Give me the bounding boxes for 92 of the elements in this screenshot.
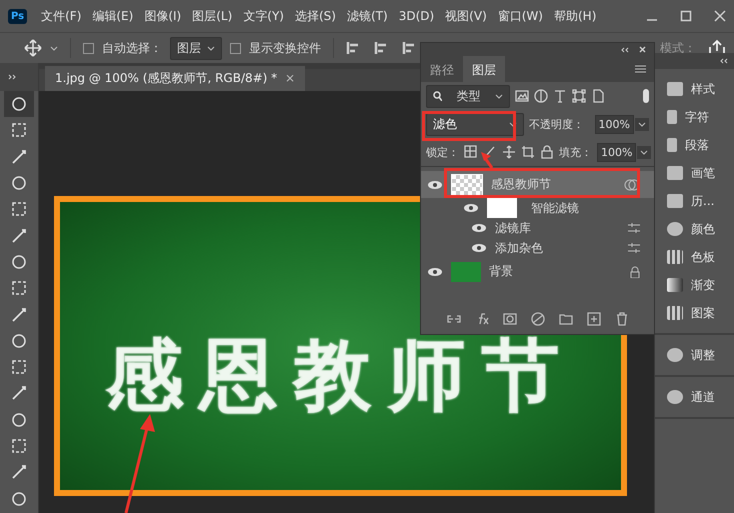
eye-icon[interactable]: [471, 223, 487, 233]
panel-tab[interactable]: 图层: [463, 56, 505, 82]
link-circles-icon: [624, 178, 640, 190]
checkbox[interactable]: [83, 42, 94, 54]
move-icon[interactable]: [24, 39, 42, 57]
layer-name: 感恩教师节: [491, 176, 551, 193]
mask-icon[interactable]: [502, 312, 516, 326]
maximize-icon[interactable]: [680, 10, 692, 22]
layer-row[interactable]: 添加杂色: [421, 238, 654, 258]
panel-button[interactable]: 字符: [655, 103, 734, 131]
align-icon[interactable]: [374, 41, 388, 55]
mode-label: 模式：: [660, 40, 696, 56]
menu-item[interactable]: 帮助(H): [554, 8, 596, 24]
transform-icon[interactable]: [572, 89, 586, 103]
layer-name: 智能滤镜: [531, 200, 579, 216]
collapse-icon[interactable]: [621, 46, 629, 52]
lock-icon[interactable]: [540, 145, 554, 159]
panel-button[interactable]: 色板: [655, 243, 734, 271]
annotation-arrow: [481, 152, 494, 169]
panel-button[interactable]: 历...: [655, 187, 734, 215]
layer-row[interactable]: 背景: [421, 258, 654, 285]
menu-item[interactable]: 滤镜(T): [346, 8, 388, 24]
menu-item[interactable]: 文字(Y): [243, 8, 284, 24]
opacity-field[interactable]: 100%: [594, 114, 634, 134]
menu-icon[interactable]: [635, 65, 646, 73]
close-icon[interactable]: [639, 46, 646, 53]
trash-icon[interactable]: [614, 312, 628, 326]
panel-button[interactable]: 渐变: [655, 271, 734, 299]
eye-icon[interactable]: [463, 203, 479, 213]
align-icon[interactable]: [346, 41, 360, 55]
collapse-icon[interactable]: [720, 58, 728, 64]
panel-button[interactable]: 颜色: [655, 215, 734, 243]
eye-icon[interactable]: [427, 180, 443, 190]
menu-item[interactable]: 3D(D): [398, 9, 434, 23]
panel-button[interactable]: 图案: [655, 299, 734, 327]
layer-name: 滤镜库: [495, 220, 531, 236]
artboard-icon[interactable]: [521, 145, 535, 159]
caret-icon: [207, 46, 215, 50]
menu-item[interactable]: 窗口(W): [498, 8, 543, 24]
caret-icon: [495, 94, 503, 98]
folder-icon[interactable]: [558, 312, 572, 326]
sliders-icon[interactable]: [628, 243, 640, 253]
panel-button[interactable]: 调整: [655, 341, 734, 369]
layer-thumbnail: [451, 174, 483, 196]
align-icon[interactable]: [402, 41, 416, 55]
transform-controls-label: 显示变换控件: [249, 40, 321, 56]
panel-button[interactable]: 通道: [655, 383, 734, 411]
move-icon[interactable]: [502, 145, 516, 159]
mask-thumbnail: [487, 198, 517, 218]
filter-toggle[interactable]: [643, 89, 649, 103]
layer-name: 添加杂色: [495, 240, 543, 256]
close-icon[interactable]: [714, 10, 726, 22]
lock-label: 锁定：: [426, 144, 459, 160]
menu-item[interactable]: 选择(S): [295, 8, 336, 24]
menu-item[interactable]: 视图(V): [445, 8, 487, 24]
sliders-icon[interactable]: [628, 223, 640, 233]
layer-row[interactable]: 智能滤镜: [421, 198, 654, 218]
checker-icon[interactable]: [464, 145, 478, 159]
layer-thumbnail: [451, 262, 481, 282]
caret-icon[interactable]: [638, 122, 646, 126]
filter-dropdown[interactable]: 类型: [426, 84, 510, 108]
image-icon[interactable]: [515, 89, 529, 103]
panel-button[interactable]: 画笔: [655, 159, 734, 187]
layer-name: 背景: [489, 263, 513, 280]
panel-button[interactable]: 段落: [655, 131, 734, 159]
expand-icon[interactable]: [8, 74, 16, 80]
search-icon: [433, 91, 442, 101]
caret-icon[interactable]: [50, 46, 58, 50]
new-layer-icon[interactable]: [586, 312, 600, 326]
auto-select-label: 自动选择：: [102, 40, 162, 56]
menu-item[interactable]: 编辑(E): [92, 8, 134, 24]
eye-icon[interactable]: [471, 243, 487, 253]
app-logo: Ps: [8, 8, 28, 24]
fill-label: 填充：: [559, 144, 592, 160]
document-icon[interactable]: [591, 89, 605, 103]
checkbox[interactable]: [230, 42, 241, 54]
target-dropdown[interactable]: 图层: [170, 36, 222, 60]
menu-item[interactable]: 文件(F): [41, 8, 82, 24]
menu-item[interactable]: 图层(L): [192, 8, 232, 24]
layer-row[interactable]: 滤镜库: [421, 218, 654, 238]
document-tab[interactable]: 1.jpg @ 100% (感恩教师节, RGB/8#) * ×: [45, 66, 306, 91]
menu-item[interactable]: 图像(I): [144, 8, 182, 24]
fill-field[interactable]: 100%: [597, 142, 636, 162]
panel-button[interactable]: 样式: [655, 75, 734, 103]
opacity-label: 不透明度：: [529, 116, 584, 132]
adjustment-icon[interactable]: [530, 312, 544, 326]
canvas-text: 感恩教师节: [106, 330, 576, 422]
caret-icon: [509, 122, 517, 126]
type-icon[interactable]: [553, 89, 567, 103]
caret-icon[interactable]: [640, 150, 648, 154]
panel-tab[interactable]: 路径: [421, 56, 463, 82]
eye-icon[interactable]: [427, 266, 443, 276]
